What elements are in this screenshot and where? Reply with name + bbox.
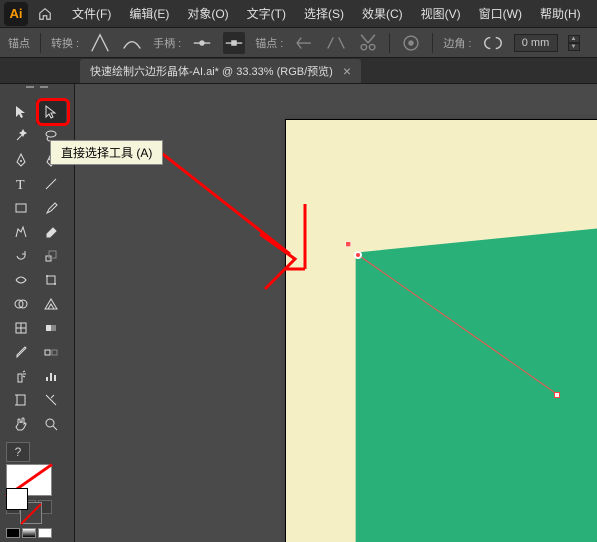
line-tool[interactable] <box>36 172 66 196</box>
eyedropper-tool[interactable] <box>6 340 36 364</box>
color-swatches <box>6 488 52 538</box>
separator <box>389 33 390 53</box>
link-icon[interactable] <box>482 32 504 54</box>
menu-bar: Ai 文件(F) 编辑(E) 对象(O) 文字(T) 选择(S) 效果(C) 视… <box>0 0 597 28</box>
document-tab[interactable]: 快速绘制六边形晶体-AI.ai* @ 33.33% (RGB/预览) × <box>80 59 361 83</box>
home-icon[interactable] <box>34 3 56 25</box>
close-icon[interactable]: × <box>343 63 351 79</box>
anchors-label: 锚点 : <box>255 35 283 51</box>
convert-corner-icon[interactable] <box>89 32 111 54</box>
vector-shape[interactable] <box>286 120 597 542</box>
handle-label: 手柄 : <box>153 35 181 51</box>
menu-items: 文件(F) 编辑(E) 对象(O) 文字(T) 选择(S) 效果(C) 视图(V… <box>64 1 589 26</box>
shape-builder-tool[interactable] <box>6 292 36 316</box>
zoom-tool[interactable] <box>36 412 66 436</box>
options-bar: 锚点 转换 : 手柄 : 锚点 : 边角 : ▲▼ <box>0 28 597 58</box>
corner-radius-input[interactable] <box>514 34 558 52</box>
width-tool[interactable] <box>6 268 36 292</box>
direct-selection-tool[interactable] <box>36 100 66 124</box>
unknown-swatch[interactable]: ? <box>6 442 30 462</box>
mesh-tool[interactable] <box>6 316 36 340</box>
hand-tool[interactable] <box>6 412 36 436</box>
tool-tooltip: 直接选择工具 (A) <box>50 140 163 165</box>
remove-anchor-icon[interactable] <box>293 32 315 54</box>
rectangle-tool[interactable] <box>6 196 36 220</box>
isolate-icon[interactable] <box>400 32 422 54</box>
corner-spinner[interactable]: ▲▼ <box>568 35 580 51</box>
menu-select[interactable]: 选择(S) <box>296 1 352 26</box>
selection-tool[interactable] <box>6 100 36 124</box>
separator <box>40 33 41 53</box>
type-tool[interactable]: T <box>6 172 36 196</box>
convert-smooth-icon[interactable] <box>121 32 143 54</box>
eraser-tool[interactable] <box>36 220 66 244</box>
color-mode[interactable] <box>6 528 20 538</box>
paintbrush-tool[interactable] <box>36 196 66 220</box>
separator <box>432 33 433 53</box>
handle-show-icon[interactable] <box>191 32 213 54</box>
column-graph-tool[interactable] <box>36 364 66 388</box>
artboard-tool[interactable] <box>6 388 36 412</box>
menu-effect[interactable]: 效果(C) <box>354 1 411 26</box>
gradient-mode[interactable] <box>22 528 36 538</box>
document-tab-bar: 快速绘制六边形晶体-AI.ai* @ 33.33% (RGB/预览) × <box>0 58 597 84</box>
app-logo: Ai <box>4 2 28 26</box>
menu-window[interactable]: 窗口(W) <box>471 1 530 26</box>
pen-tool[interactable] <box>6 148 36 172</box>
anchor-point[interactable] <box>554 392 560 398</box>
cut-path-icon[interactable] <box>357 32 379 54</box>
anchor-point-selected[interactable] <box>354 251 362 259</box>
anchor-label: 锚点 <box>8 35 30 51</box>
corner-label: 边角 : <box>443 35 471 51</box>
menu-edit[interactable]: 编辑(E) <box>121 1 177 26</box>
fill-swatch[interactable] <box>6 488 28 510</box>
rotate-tool[interactable] <box>6 244 36 268</box>
menu-object[interactable]: 对象(O) <box>179 1 236 26</box>
main-area: T ? <box>0 84 597 542</box>
shaper-tool[interactable] <box>6 220 36 244</box>
symbol-sprayer-tool[interactable] <box>6 364 36 388</box>
convert-label: 转换 : <box>51 35 79 51</box>
scale-tool[interactable] <box>36 244 66 268</box>
perspective-tool[interactable] <box>36 292 66 316</box>
artboard <box>285 119 597 542</box>
blend-tool[interactable] <box>36 340 66 364</box>
handle-hide-icon[interactable] <box>223 32 245 54</box>
menu-file[interactable]: 文件(F) <box>64 1 119 26</box>
toolbar: T ? <box>0 84 75 542</box>
menu-type[interactable]: 文字(T) <box>239 1 294 26</box>
magic-wand-tool[interactable] <box>6 124 36 148</box>
none-mode[interactable] <box>38 528 52 538</box>
menu-help[interactable]: 帮助(H) <box>532 1 589 26</box>
slice-tool[interactable] <box>36 388 66 412</box>
document-title: 快速绘制六边形晶体-AI.ai* @ 33.33% (RGB/预览) <box>90 63 333 79</box>
free-transform-tool[interactable] <box>36 268 66 292</box>
connect-anchor-icon[interactable] <box>325 32 347 54</box>
gradient-tool[interactable] <box>36 316 66 340</box>
svg-text:T: T <box>16 178 25 192</box>
menu-view[interactable]: 视图(V) <box>413 1 469 26</box>
toolbar-grip[interactable] <box>0 86 74 98</box>
